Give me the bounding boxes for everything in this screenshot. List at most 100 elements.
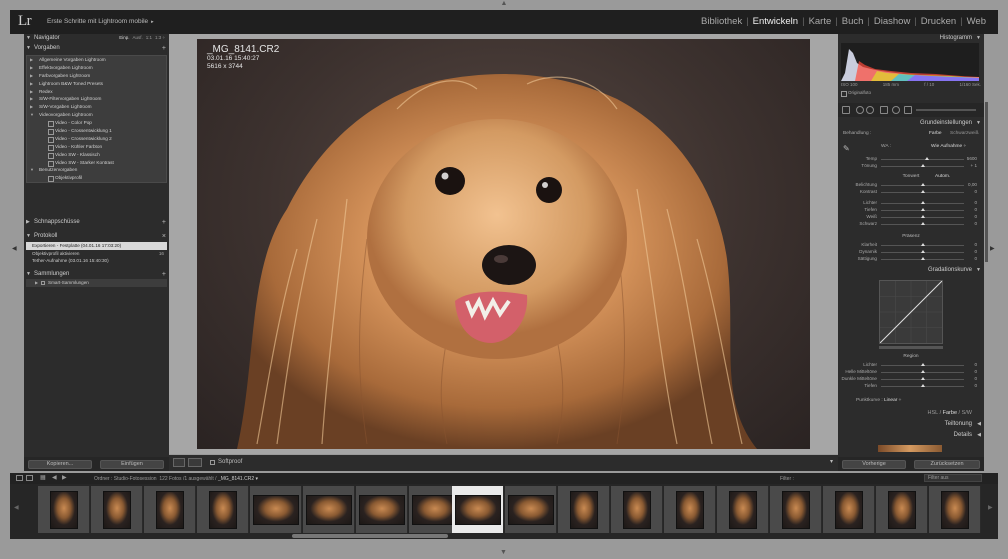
grid-view-icon[interactable]: ▦ [40,475,47,481]
history-header[interactable]: ▼ Protokoll × [24,232,169,241]
add-collection-icon[interactable]: + [162,270,166,279]
preset-item[interactable]: Video - Crossentwicklung 2 [27,135,166,143]
right-panel-toggle-icon[interactable]: ▶ [990,245,995,252]
loupe-view-button[interactable] [173,458,185,467]
slider-value[interactable]: 0 [974,207,977,212]
slider-value[interactable]: 0 [974,214,977,219]
slider-thumb[interactable] [920,363,925,366]
slider-value[interactable]: + 1 [970,163,977,168]
tone-curve-header[interactable]: Gradationskurve ▼ [838,266,984,275]
expand-triangle-icon[interactable]: ▶ [30,72,33,80]
collapse-triangle-icon[interactable]: ▼ [30,111,34,119]
back-icon[interactable]: ◀ [52,475,59,481]
auto-tone-button[interactable]: Autom. [935,174,950,179]
zoom-fill[interactable]: Ausf. [132,35,142,40]
wb-dropdown[interactable]: Wie Aufnahme ÷ [931,144,966,149]
preset-item[interactable]: ▼ Benutzervorgaben [27,166,166,174]
filter-dropdown[interactable]: Filter aus [924,474,982,482]
module-develop[interactable]: Entwickeln [749,16,802,27]
preset-item[interactable]: ▶ Lightroom B&W Toned Presets [27,80,166,88]
preset-item[interactable]: ▶ Farbvorgaben Lightroom [27,72,166,80]
histogram-header[interactable]: Histogramm ▼ [838,34,984,43]
photo-preview[interactable]: _MG_8141.CR2 03.01.16 15:40:27 5616 x 37… [197,39,810,449]
filmstrip-thumbnail[interactable] [250,486,302,533]
slider-value[interactable]: 0 [974,189,977,194]
before-after-view-button[interactable] [188,458,202,467]
filmstrip-selected-file[interactable]: _MG_8141.CR2 ▾ [218,476,258,482]
spot-removal-icon[interactable] [856,106,864,114]
adjustment-brush-icon[interactable] [904,106,912,114]
preset-item[interactable]: ▶ Redex [27,88,166,96]
module-web[interactable]: Web [963,16,990,27]
slider-value[interactable]: 0 [974,369,977,374]
module-book[interactable]: Buch [838,16,868,27]
previous-button[interactable]: Vorherige [842,460,906,469]
slider-value[interactable]: 0 [974,242,977,247]
forward-icon[interactable]: ▶ [62,475,69,481]
eyedropper-icon[interactable]: ✎ [843,144,850,153]
add-snapshot-icon[interactable]: + [162,218,166,227]
zoom-1-1[interactable]: 1:1 [146,35,152,40]
image-viewport[interactable]: _MG_8141.CR2 03.01.16 15:40:27 5616 x 37… [169,34,838,454]
graduated-filter-icon[interactable] [880,106,888,114]
filmstrip-thumbnail[interactable] [91,486,143,533]
preset-item[interactable]: ▶ Effektvorgaben Lightroom [27,64,166,72]
history-item[interactable]: Objektivprofil aktivieren 16 [26,250,167,258]
left-panel-toggle-icon[interactable]: ◀ [12,245,17,252]
slider-value[interactable]: 0 [974,376,977,381]
filmstrip-right-icon[interactable]: ▶ [988,504,993,511]
slider-thumb[interactable] [920,243,925,246]
slider-value[interactable]: 5600 [967,156,977,161]
catalog-title[interactable]: Erste Schritte mit Lightroom mobile ▸ [47,18,154,25]
slider-thumb[interactable] [920,222,925,225]
filmstrip-scrollbar[interactable] [292,534,448,538]
filmstrip-thumbnail[interactable] [876,486,928,533]
preset-item[interactable]: Objektivprofil [27,174,166,183]
filmstrip-thumbnail[interactable] [452,486,504,533]
toolbar-menu-icon[interactable]: ▾ [830,458,833,465]
slider-value[interactable]: 0 [974,256,977,261]
presets-header[interactable]: ▼ Vorgaben + [24,44,169,53]
secondary-window-icon[interactable] [16,475,23,481]
preset-item[interactable]: ▶ S/W-Filtervorgaben Lightroom [27,95,166,103]
slider-thumb[interactable] [920,377,925,380]
filmstrip-thumbnail[interactable] [664,486,716,533]
slider-value[interactable]: 0 [974,221,977,226]
slider-thumb[interactable] [924,157,929,160]
preset-item[interactable]: ▶ Allgemeine Vorgaben Lightroom [27,56,166,64]
filmstrip-thumbnail[interactable] [611,486,663,533]
slider-value[interactable]: 0 [974,383,977,388]
collections-header[interactable]: ▼ Sammlungen + [24,270,169,279]
tool-slider[interactable] [916,109,976,111]
secondary-window-2-icon[interactable] [26,475,33,481]
module-map[interactable]: Karte [805,16,836,27]
preset-item[interactable]: Video - Color Pop [27,119,166,128]
slider-thumb[interactable] [920,183,925,186]
slider-value[interactable]: 0 [974,362,977,367]
slider-thumb[interactable] [920,370,925,373]
module-library[interactable]: Bibliothek [697,16,746,27]
collection-item-smart[interactable]: ▶ Smart-Sammlungen [26,279,167,287]
preset-item[interactable]: Video - Crossentwicklung 1 [27,127,166,135]
expand-triangle-icon[interactable]: ▶ [30,88,33,96]
filmstrip-thumbnail[interactable] [558,486,610,533]
filmstrip-source[interactable]: Ordner : Studio-Fotosession 122 Fotos /1… [94,476,258,482]
clear-history-icon[interactable]: × [162,232,166,241]
expand-triangle-icon[interactable]: ▶ [30,64,33,72]
treatment-bw-option[interactable]: Schwarzweiß [950,131,979,136]
tone-curve-split-bar[interactable] [879,346,943,349]
crop-tool-icon[interactable] [842,106,850,114]
split-toning-header[interactable]: Teiltonung ◀ [838,420,984,429]
history-item[interactable]: Exportieren - Festplatte (04.01.16 17:03… [26,242,167,250]
filmstrip-thumbnail[interactable] [770,486,822,533]
preset-item[interactable]: Video SW - Starker Kontrast [27,159,166,167]
bottom-panel-toggle-icon[interactable]: ▼ [500,549,507,556]
filmstrip-thumbnail[interactable] [303,486,355,533]
filmstrip-thumbnail[interactable] [823,486,875,533]
preset-item[interactable]: Video SW - Klassisch [27,151,166,159]
basic-header[interactable]: Grundeinstellungen ▼ [838,119,984,128]
slider-thumb[interactable] [920,257,925,260]
filmstrip-thumbnail[interactable] [197,486,249,533]
preset-item[interactable]: ▶ S/W-Vorgaben Lightroom [27,103,166,111]
snapshots-header[interactable]: ▶ Schnappschüsse + [24,218,169,227]
